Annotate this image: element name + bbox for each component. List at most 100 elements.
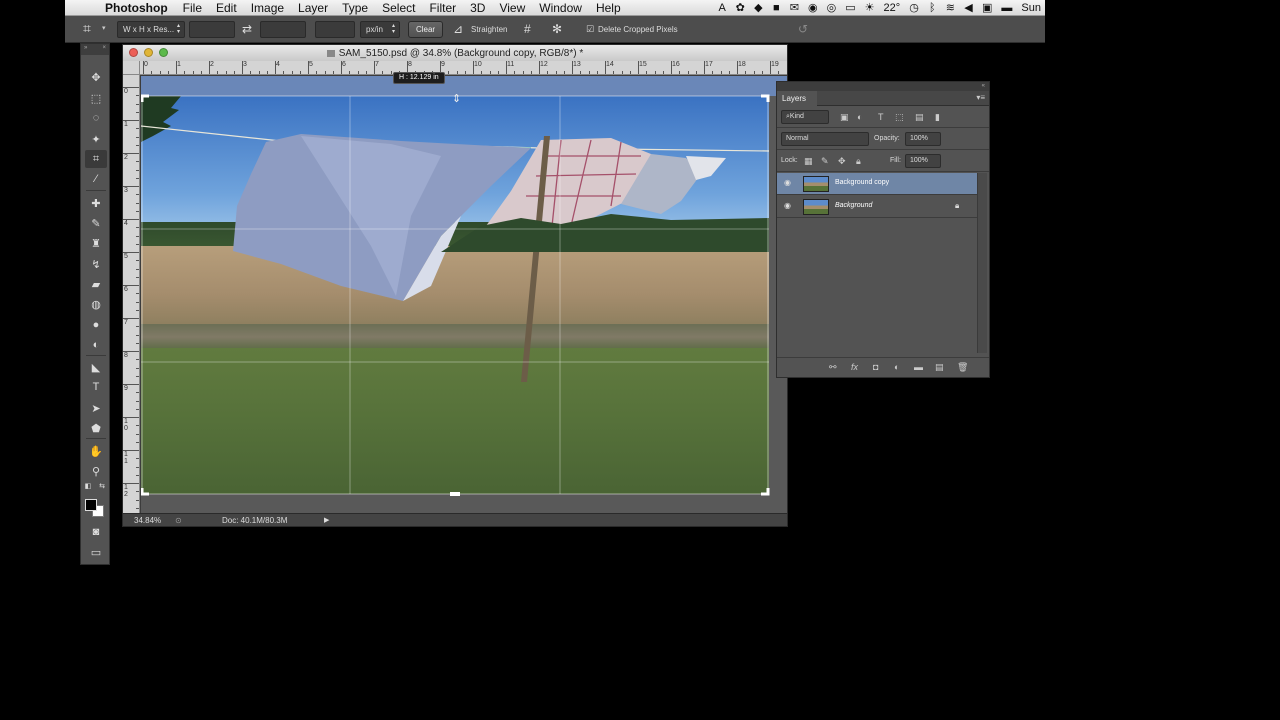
menu-file[interactable]: File	[183, 1, 202, 15]
temperature-label[interactable]: 22°	[884, 2, 901, 14]
zoom-level[interactable]: 34.84%	[134, 516, 161, 525]
swap-dimensions-icon[interactable]: ⇄	[242, 21, 252, 38]
hand-tool-icon[interactable]: ✋	[85, 442, 107, 460]
brush-tool-icon[interactable]: ✎	[85, 214, 107, 232]
quick-mask-icon[interactable]: ◙	[85, 523, 107, 541]
opacity-input[interactable]: 100%	[905, 132, 941, 146]
menu-3d[interactable]: 3D	[470, 1, 485, 15]
blur-tool-icon[interactable]: ●	[85, 316, 107, 334]
menu-image[interactable]: Image	[251, 1, 284, 15]
mail-icon[interactable]: ✉	[790, 1, 799, 14]
crop-tool-preset-icon[interactable]: ⌗	[83, 20, 91, 37]
box-icon[interactable]: ■	[772, 2, 781, 14]
trash-icon[interactable]: 🗑︎	[957, 362, 968, 373]
horizontal-ruler[interactable]: 0 1 2 3 4 5 6 7 8 9 10 11 12 13 14 15 16 17 18 19	[140, 61, 787, 75]
fill-input[interactable]: 100%	[905, 154, 941, 168]
tools-panel-header[interactable]: » ×	[81, 44, 109, 55]
link-layers-icon[interactable]: ⚯	[829, 362, 837, 373]
panel-menu-icon[interactable]: ▾≡	[976, 93, 985, 102]
straighten-icon[interactable]: ⊿	[453, 21, 463, 38]
zoom-tool-icon[interactable]: ⚲	[85, 462, 107, 480]
resolution-unit-select[interactable]: px/in	[360, 21, 400, 38]
filter-kind-select[interactable]: ⌕Kind	[781, 110, 829, 124]
shape-filter-icon[interactable]: ⬚	[895, 110, 904, 124]
menu-layer[interactable]: Layer	[298, 1, 328, 15]
day-label[interactable]: Sun	[1021, 2, 1041, 14]
menu-help[interactable]: Help	[596, 1, 621, 15]
battery-icon[interactable]: ▬	[1001, 2, 1012, 14]
chevron-down-icon[interactable]: ▾	[102, 24, 106, 32]
grid-overlay-icon[interactable]: #	[524, 21, 531, 38]
type-filter-icon[interactable]: T	[878, 110, 884, 124]
filter-toggle-icon[interactable]: ▮	[935, 110, 940, 124]
layers-scrollbar[interactable]	[977, 173, 987, 353]
eye-icon[interactable]: ◉	[784, 178, 791, 187]
eraser-tool-icon[interactable]: ▰	[85, 275, 107, 293]
dropbox-icon[interactable]: ◆	[754, 1, 763, 14]
reset-icon[interactable]: ↺	[798, 21, 808, 38]
menu-app-name[interactable]: Photoshop	[105, 1, 168, 15]
crop-ratio-select[interactable]: W x H x Res...	[117, 21, 185, 38]
smart-object-filter-icon[interactable]: ▤	[915, 110, 924, 124]
delete-cropped-label[interactable]: Delete Cropped Pixels	[598, 21, 678, 38]
clear-button[interactable]: Clear	[408, 21, 443, 38]
adobe-icon[interactable]: A	[718, 2, 727, 14]
adjustment-layer-icon[interactable]: ◐	[894, 362, 899, 372]
gear-icon[interactable]: ✻	[552, 21, 562, 38]
history-brush-tool-icon[interactable]: ↯	[85, 255, 107, 273]
shape-tool-icon[interactable]: ⬟	[85, 419, 107, 437]
vertical-ruler[interactable]: 0 1 2 3 4 5 6 7 8 9 1 0 1 1 1 2	[123, 75, 140, 515]
type-tool-icon[interactable]: T	[85, 378, 107, 396]
eye-icon[interactable]: ◉	[784, 201, 791, 210]
menu-type[interactable]: Type	[342, 1, 368, 15]
layer-name[interactable]: Background	[835, 202, 872, 209]
menu-edit[interactable]: Edit	[216, 1, 237, 15]
volume-icon[interactable]: ◀	[964, 1, 973, 14]
lock-position-icon[interactable]: ✥	[838, 154, 846, 168]
screen-mode-icon[interactable]: ▭	[85, 543, 107, 561]
delete-cropped-checkbox[interactable]: ☑	[586, 21, 594, 38]
lock-all-icon[interactable]: 🔒︎	[856, 154, 861, 168]
menu-filter[interactable]: Filter	[429, 1, 456, 15]
layer-row-background-copy[interactable]: ◉ Background copy	[777, 173, 977, 195]
add-mask-icon[interactable]: ◘	[873, 362, 878, 372]
crop-tool-icon[interactable]: ⌗	[85, 150, 107, 168]
menu-window[interactable]: Window	[539, 1, 582, 15]
display-icon[interactable]: ▭	[845, 1, 855, 14]
layer-row-background[interactable]: ◉ Background 🔒︎	[777, 196, 977, 218]
ruler-origin[interactable]	[123, 61, 140, 75]
pen-tool-icon[interactable]: ◣	[85, 358, 107, 376]
doc-size-info[interactable]: Doc: 40.1M/80.3M	[222, 516, 287, 525]
bluetooth-icon[interactable]: ᛒ	[928, 2, 937, 14]
adjustment-filter-icon[interactable]: ◐	[857, 110, 862, 124]
new-group-icon[interactable]: ▬	[914, 362, 923, 372]
marquee-tool-icon[interactable]: ⬚	[85, 89, 107, 107]
healing-brush-tool-icon[interactable]: ✚	[85, 194, 107, 212]
layer-name[interactable]: Background copy	[835, 179, 889, 186]
lasso-tool-icon[interactable]: ◌	[85, 109, 107, 127]
new-layer-icon[interactable]: ▤	[935, 362, 944, 373]
default-colors-icon[interactable]: ◧	[83, 481, 93, 491]
input-source-icon[interactable]: ▣	[982, 1, 992, 14]
wifi-icon[interactable]: ≋	[946, 1, 955, 14]
fx-icon[interactable]: fx	[851, 362, 858, 372]
blend-mode-select[interactable]: Normal	[781, 132, 869, 146]
crop-resolution-input[interactable]	[315, 21, 355, 38]
tab-layers[interactable]: Layers	[777, 91, 817, 106]
time-machine-icon[interactable]: ◷	[909, 1, 919, 14]
document-title-bar[interactable]: SAM_5150.psd @ 34.8% (Background copy, R…	[123, 45, 787, 61]
eyedropper-tool-icon[interactable]: ⁄	[85, 170, 107, 188]
lock-transparent-icon[interactable]: ▦	[804, 154, 813, 168]
lock-pixels-icon[interactable]: ✎	[821, 154, 829, 168]
menu-view[interactable]: View	[499, 1, 525, 15]
creative-cloud-icon[interactable]: ◎	[827, 1, 837, 14]
move-tool-icon[interactable]: ✥	[85, 68, 107, 86]
camera-icon[interactable]: ◉	[808, 1, 818, 14]
crop-height-input[interactable]	[260, 21, 306, 38]
magic-wand-tool-icon[interactable]: ✦	[85, 130, 107, 148]
path-selection-tool-icon[interactable]: ➤	[85, 399, 107, 417]
canvas-area[interactable]: ⇕	[141, 76, 787, 515]
zoom-reset-icon[interactable]: ⊙	[175, 516, 182, 525]
dodge-tool-icon[interactable]: ◐	[85, 336, 107, 354]
crop-width-input[interactable]	[189, 21, 235, 38]
